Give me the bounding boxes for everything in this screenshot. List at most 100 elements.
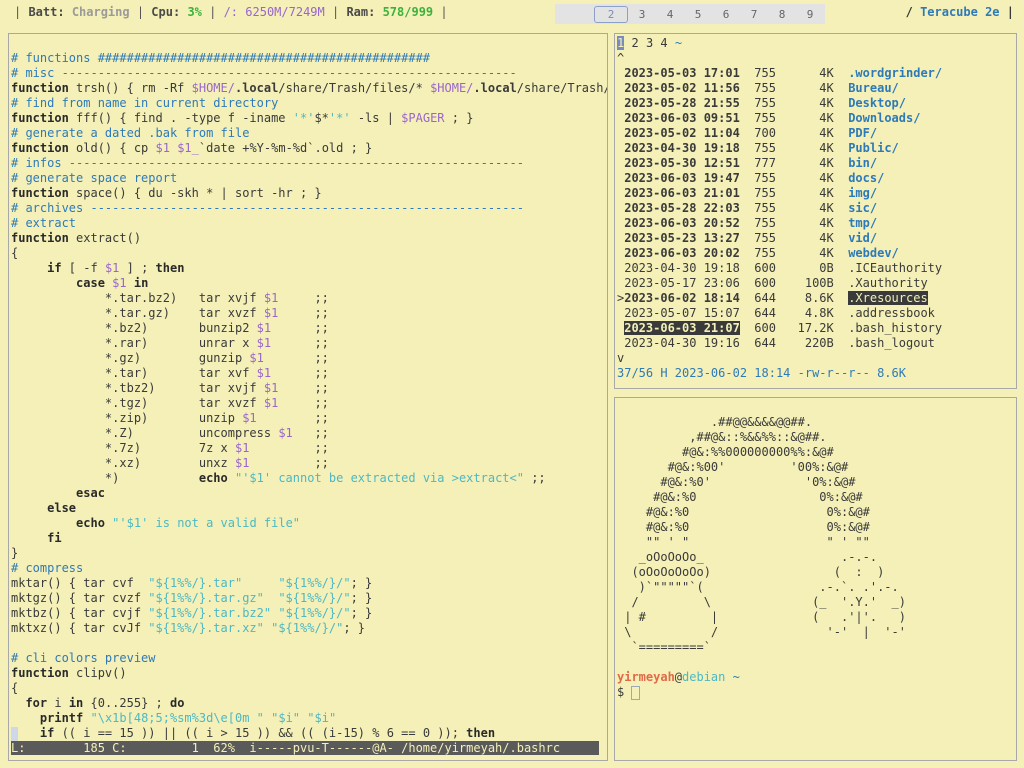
file-entry[interactable]: 2023-05-02 11:56 755 4K Bureau/ bbox=[617, 81, 899, 96]
prompt-path: ~ bbox=[732, 670, 740, 684]
file-entry[interactable]: 2023-05-03 17:01 755 4K .wordgrinder/ bbox=[617, 66, 942, 81]
editor-line[interactable]: function space() { du -skh * | sort -hr … bbox=[11, 186, 322, 201]
host-prefix: / bbox=[905, 5, 913, 19]
editor-line[interactable]: *.xz) unxz $1 ;; bbox=[11, 456, 329, 471]
workspace-3[interactable]: 3 bbox=[628, 8, 656, 21]
workspace-5[interactable]: 5 bbox=[684, 8, 712, 21]
editor-line[interactable]: function old() { cp $1 $1_`date +%Y-%m-%… bbox=[11, 141, 372, 156]
editor-line[interactable]: function trsh() { rm -Rf $HOME/.local/sh… bbox=[11, 81, 607, 96]
editor-line[interactable]: } bbox=[11, 546, 18, 561]
file-entry[interactable]: 2023-06-03 21:01 755 4K img/ bbox=[617, 186, 877, 201]
editor-line[interactable]: printf "\x1b[48;5;%sm%3d\e[0m " "$i" "$i… bbox=[11, 711, 336, 726]
file-entry[interactable]: 2023-05-02 11:04 700 4K PDF/ bbox=[617, 126, 877, 141]
editor-line[interactable]: { bbox=[11, 246, 18, 261]
fm-tab-1[interactable]: 1 bbox=[617, 36, 625, 50]
file-entry[interactable]: 2023-04-30 19:16 644 220B .bash_logout bbox=[617, 336, 935, 351]
file-entry[interactable]: 2023-04-30 19:18 755 4K Public/ bbox=[617, 141, 899, 156]
editor-line[interactable]: mktgz() { tar cvzf "${1%%/}.tar.gz" "${1… bbox=[11, 591, 372, 606]
file-entry[interactable]: 2023-06-03 09:51 755 4K Downloads/ bbox=[617, 111, 920, 126]
editor-line[interactable]: # cli colors preview bbox=[11, 651, 156, 666]
status-bar: | Batt: Charging | Cpu: 3% | /: 6250M/72… bbox=[0, 0, 1024, 26]
fm-tab-5[interactable]: ~ bbox=[675, 36, 682, 50]
file-entry[interactable]: 2023-06-03 21:07 600 17.2K .bash_history bbox=[617, 321, 942, 336]
editor-line[interactable]: *.gz) gunzip $1 ;; bbox=[11, 351, 329, 366]
editor-line[interactable]: function extract() bbox=[11, 231, 141, 246]
workspace-9[interactable]: 9 bbox=[796, 8, 824, 21]
editor-line[interactable]: *.7z) 7z x $1 ;; bbox=[11, 441, 329, 456]
file-name: .Xauthority bbox=[848, 276, 928, 290]
editor-line[interactable]: *.bz2) bunzip2 $1 ;; bbox=[11, 321, 329, 336]
editor-line[interactable]: *.zip) unzip $1 ;; bbox=[11, 411, 329, 426]
editor-line[interactable]: { bbox=[11, 681, 18, 696]
editor-line[interactable]: *.tar) tar xvf $1 ;; bbox=[11, 366, 329, 381]
editor-line[interactable]: mktbz() { tar cvjf "${1%%/}.tar.bz2" "${… bbox=[11, 606, 372, 621]
editor-line[interactable]: mktxz() { tar cvJf "${1%%/}.tar.xz" "${1… bbox=[11, 621, 365, 636]
file-name: .addressbook bbox=[848, 306, 935, 320]
workspace-6[interactable]: 6 bbox=[712, 8, 740, 21]
file-entry[interactable]: 2023-05-07 15:07 644 4.8K .addressbook bbox=[617, 306, 935, 321]
editor-line[interactable]: # compress bbox=[11, 561, 83, 576]
editor-line[interactable]: *.tbz2) tar xvjf $1 ;; bbox=[11, 381, 329, 396]
editor-line[interactable]: echo "'$1' is not a valid file" bbox=[11, 516, 300, 531]
editor-line[interactable]: # misc ---------------------------------… bbox=[11, 66, 517, 81]
editor-line[interactable]: if (( i == 15 )) || (( i > 15 )) && (( (… bbox=[11, 726, 495, 741]
fm-tab-2[interactable]: 2 bbox=[631, 36, 638, 50]
file-entry[interactable]: 2023-04-30 19:18 600 0B .ICEauthority bbox=[617, 261, 942, 276]
editor-line[interactable]: esac bbox=[11, 486, 105, 501]
editor-line[interactable]: *.tar.gz) tar xvzf $1 ;; bbox=[11, 306, 329, 321]
file-entry[interactable]: 2023-05-30 12:51 777 4K bin/ bbox=[617, 156, 877, 171]
fm-tab-4[interactable]: 4 bbox=[660, 36, 667, 50]
file-date: 2023-05-28 21:55 bbox=[624, 96, 740, 110]
editor-line[interactable]: function clipv() bbox=[11, 666, 127, 681]
shell-pane[interactable]: .##@@&&&&@@##. ,##@&::%&&%%::&@##. #@&:%… bbox=[614, 397, 1017, 761]
editor-line[interactable]: *.Z) uncompress $1 ;; bbox=[11, 426, 329, 441]
workspace-2[interactable]: 2 bbox=[594, 5, 628, 23]
editor-line[interactable]: *) echo "'$1' cannot be extracted via >e… bbox=[11, 471, 546, 486]
editor-line[interactable]: if [ -f $1 ] ; then bbox=[11, 261, 184, 276]
file-name: tmp/ bbox=[848, 216, 878, 230]
file-manager-pane[interactable]: 1 2 3 4 ~ ^ 2023-05-03 17:01 755 4K .wor… bbox=[614, 33, 1017, 389]
workspace-7[interactable]: 7 bbox=[740, 8, 768, 21]
editor-line[interactable]: # infos --------------------------------… bbox=[11, 156, 524, 171]
file-entry[interactable]: 2023-06-03 19:47 755 4K docs/ bbox=[617, 171, 884, 186]
editor-line[interactable]: *.rar) unrar x $1 ;; bbox=[11, 336, 329, 351]
fm-scroll-up-indicator: ^ bbox=[617, 51, 625, 65]
workspace-switcher: 23456789 bbox=[555, 4, 825, 24]
editor-line[interactable]: *.tar.bz2) tar xvjf $1 ;; bbox=[11, 291, 329, 306]
file-entry[interactable]: 2023-06-03 20:52 755 4K tmp/ bbox=[617, 216, 877, 231]
editor-line[interactable]: fi bbox=[11, 531, 61, 546]
editor-line[interactable]: mktar() { tar cvf "${1%%/}.tar" "${1%%/}… bbox=[11, 576, 372, 591]
file-name: webdev/ bbox=[848, 246, 899, 260]
ascii-art-line: #@&:%%000000000%%:&@# bbox=[617, 445, 834, 459]
ascii-art-line: \ / '-' | '-' bbox=[617, 625, 906, 639]
file-entry[interactable]: 2023-06-03 20:02 755 4K webdev/ bbox=[617, 246, 899, 261]
shell-input-line[interactable]: $ bbox=[617, 685, 641, 700]
workspace-4[interactable]: 4 bbox=[656, 8, 684, 21]
file-date: 2023-05-17 23:06 bbox=[624, 276, 740, 290]
ascii-art-line: #@&:%00' '00%:&@# bbox=[617, 460, 849, 474]
file-date: 2023-05-02 11:56 bbox=[624, 81, 740, 95]
editor-line[interactable]: function fff() { find . -type f -iname '… bbox=[11, 111, 473, 126]
file-entry[interactable]: >2023-06-02 18:14 644 8.6K .Xresources bbox=[617, 291, 928, 306]
editor-line[interactable]: # extract bbox=[11, 216, 76, 231]
file-name: .bash_history bbox=[848, 321, 943, 335]
fm-tab-3[interactable]: 3 bbox=[646, 36, 653, 50]
editor-line[interactable]: # functions ############################… bbox=[11, 51, 430, 66]
vim-editor-pane[interactable]: # functions ############################… bbox=[8, 33, 608, 761]
editor-line[interactable]: # archives -----------------------------… bbox=[11, 201, 524, 216]
host-name: Teracube 2e bbox=[920, 5, 1000, 19]
editor-line[interactable]: for i in {0..255} ; do bbox=[11, 696, 184, 711]
file-entry[interactable]: 2023-05-23 13:27 755 4K vid/ bbox=[617, 231, 877, 246]
editor-line[interactable]: # find from name in current directory bbox=[11, 96, 278, 111]
disk-value: 6250M/7249M bbox=[245, 5, 325, 19]
file-date: 2023-04-30 19:18 bbox=[624, 141, 740, 155]
editor-line[interactable]: case $1 in bbox=[11, 276, 148, 291]
file-entry[interactable]: 2023-05-17 23:06 600 100B .Xauthority bbox=[617, 276, 928, 291]
file-entry[interactable]: 2023-05-28 21:55 755 4K Desktop/ bbox=[617, 96, 906, 111]
editor-line[interactable]: # generate a dated .bak from file bbox=[11, 126, 249, 141]
workspace-8[interactable]: 8 bbox=[768, 8, 796, 21]
editor-line[interactable]: *.tgz) tar xvzf $1 ;; bbox=[11, 396, 329, 411]
editor-line[interactable]: else bbox=[11, 501, 76, 516]
editor-line[interactable]: # generate space report bbox=[11, 171, 177, 186]
file-entry[interactable]: 2023-05-28 22:03 755 4K sic/ bbox=[617, 201, 877, 216]
